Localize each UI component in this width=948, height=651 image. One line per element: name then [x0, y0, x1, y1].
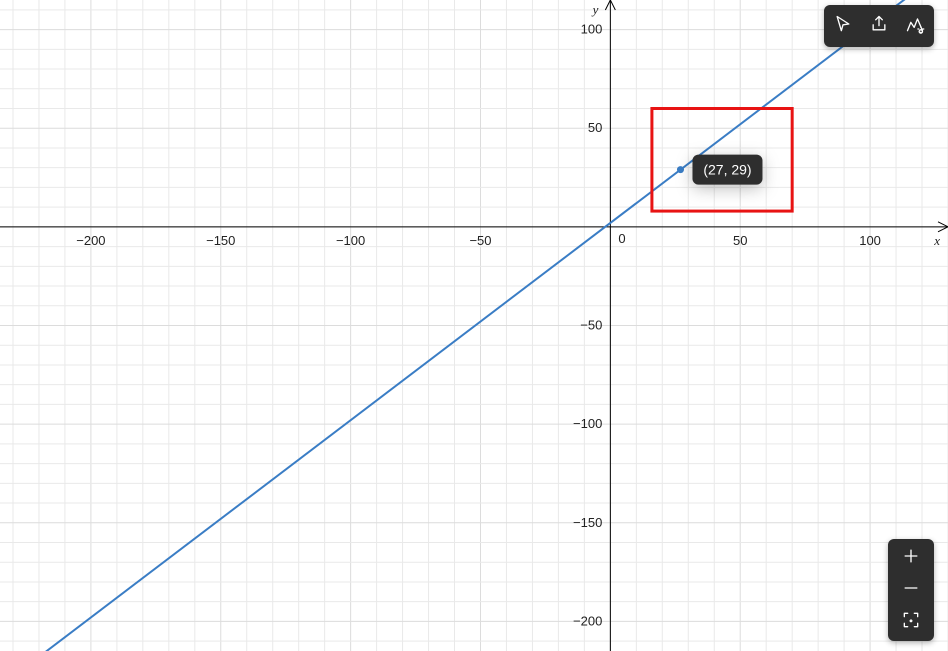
y-axis-label: y: [591, 2, 599, 17]
tick-label: −50: [469, 233, 491, 248]
cursor-tool-button[interactable]: [826, 11, 860, 41]
tick-label: −200: [573, 613, 602, 628]
tick-label: −100: [336, 233, 365, 248]
zoom-toolbar: [888, 539, 934, 641]
fullscreen-target-icon: [901, 610, 921, 635]
tick-label: 0: [618, 231, 625, 246]
plus-icon: [901, 546, 921, 571]
tick-label: −150: [573, 515, 602, 530]
share-button[interactable]: [862, 11, 896, 41]
zoom-fit-button[interactable]: [894, 607, 928, 637]
tick-label: 100: [859, 233, 881, 248]
chart-settings-icon: [905, 14, 925, 39]
graphing-calculator-viewport[interactable]: −200 −150 −100 −50 0 50 100 −200 −150 −100 −50 50 10…: [0, 0, 948, 651]
tick-label: −150: [206, 233, 235, 248]
tooltip-label: (27, 29): [703, 161, 751, 177]
coordinate-plane[interactable]: −200 −150 −100 −50 0 50 100 −200 −150 −100 −50 50 10…: [0, 0, 948, 651]
tick-label: 100: [581, 22, 603, 37]
minus-icon: [901, 578, 921, 603]
tick-label: −50: [580, 318, 602, 333]
zoom-in-button[interactable]: [894, 543, 928, 573]
tick-label: 50: [588, 120, 602, 135]
highlighted-point[interactable]: [677, 166, 684, 173]
x-axis-label: x: [933, 233, 940, 248]
tick-label: −100: [573, 416, 602, 431]
tick-label: −200: [76, 233, 105, 248]
chart-settings-button[interactable]: [898, 11, 932, 41]
point-tooltip: (27, 29): [692, 155, 762, 185]
cursor-icon: [833, 14, 853, 39]
zoom-out-button[interactable]: [894, 575, 928, 605]
tick-label: 50: [733, 233, 747, 248]
top-toolbar: [824, 5, 934, 47]
share-icon: [869, 14, 889, 39]
